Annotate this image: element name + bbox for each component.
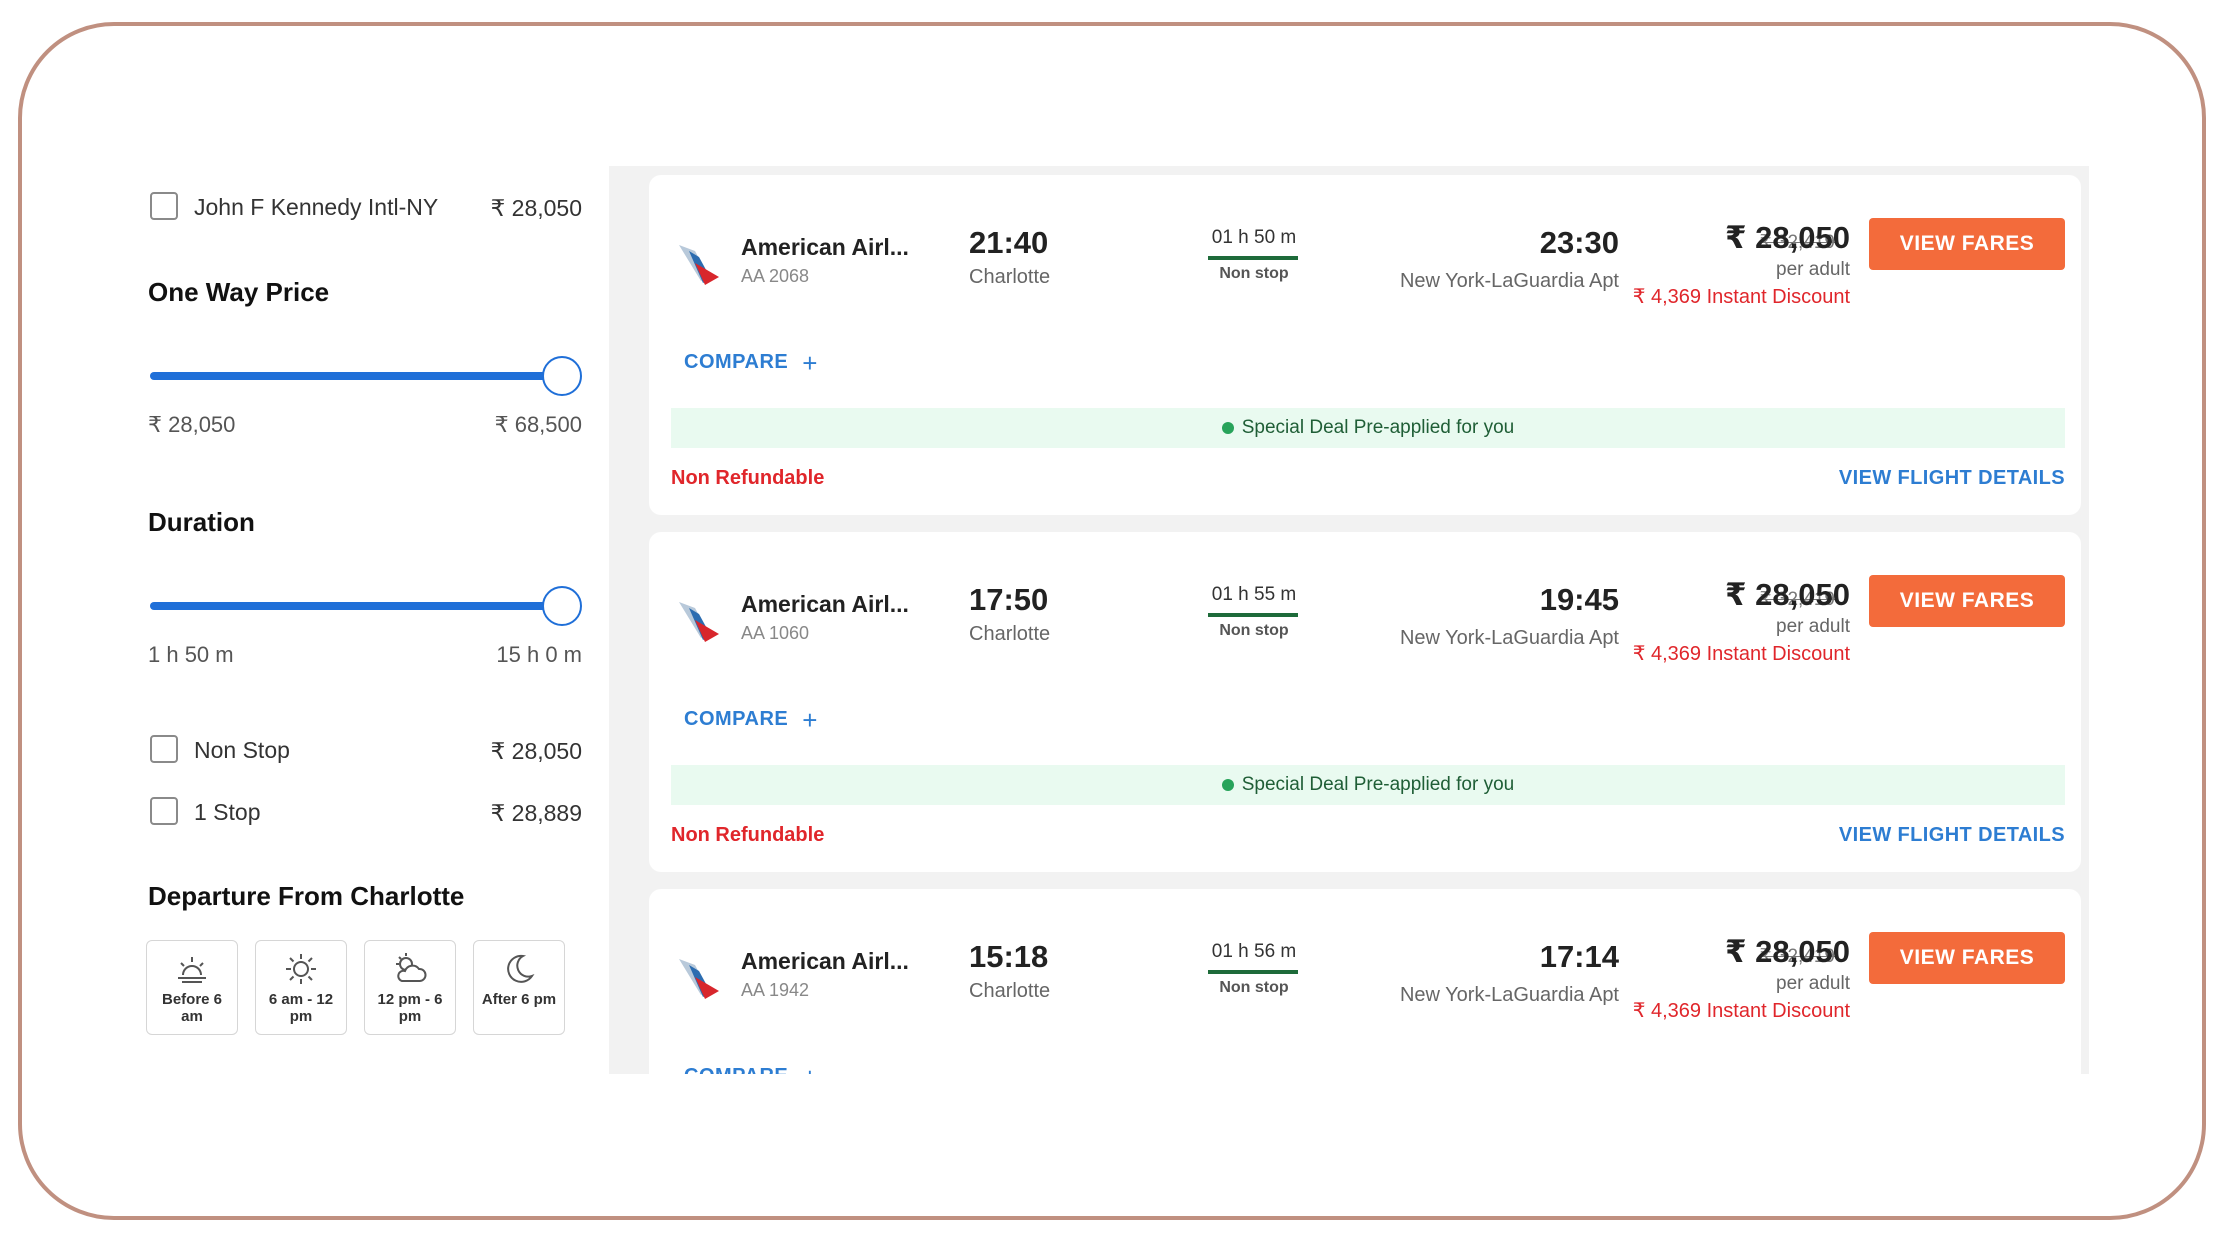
compare-button[interactable]: COMPARE + bbox=[684, 704, 818, 735]
airline-name: American Airl... bbox=[741, 234, 909, 260]
compare-button[interactable]: COMPARE + bbox=[684, 1064, 818, 1075]
flight-card: American Airl... AA 1060 17:50 Charlotte… bbox=[649, 532, 2081, 872]
flight-code: AA 2068 bbox=[741, 266, 810, 286]
stops-label: Non stop bbox=[1219, 265, 1289, 282]
stops-label: Non stop bbox=[1219, 622, 1289, 639]
special-deal-banner: Special Deal Pre-applied for you bbox=[671, 765, 2065, 805]
slot-label: 12 pm - 6 pm bbox=[377, 991, 443, 1025]
departure-time-slots: Before 6 am 6 am - 12 pm 12 pm - 6 pm Af… bbox=[146, 940, 565, 1035]
filter-sidebar: John F Kennedy Intl-NY ₹ 28,050 One Way … bbox=[146, 165, 586, 1075]
american-airlines-logo-icon bbox=[679, 245, 719, 285]
price-slider-track[interactable] bbox=[150, 372, 560, 380]
plus-icon: + bbox=[802, 347, 818, 378]
departure-city: Charlotte bbox=[969, 266, 1051, 288]
compare-label: COMPARE bbox=[684, 708, 789, 730]
view-flight-details-link[interactable]: VIEW FLIGHT DETAILS bbox=[1839, 824, 2065, 847]
american-airlines-logo-icon bbox=[679, 602, 719, 642]
slot-label: Before 6 am bbox=[161, 991, 223, 1025]
flight-duration: 01 h 56 m bbox=[1211, 941, 1297, 962]
special-deal-banner: Special Deal Pre-applied for you bbox=[671, 408, 2065, 448]
fare-price: ₹ 28,050 bbox=[1725, 934, 1850, 969]
duration-max-label: 15 h 0 m bbox=[496, 642, 582, 667]
one-stop-checkbox[interactable] bbox=[150, 797, 178, 825]
results-list: American Airl... AA 2068 21:40 Charlotte… bbox=[609, 166, 2089, 1074]
plus-icon: + bbox=[802, 1064, 818, 1075]
arrival-city: New York-LaGuardia Apt bbox=[1399, 984, 1619, 1006]
departure-time: 17:50 bbox=[969, 582, 1049, 617]
slot-6am-12pm[interactable]: 6 am - 12 pm bbox=[255, 940, 347, 1035]
slot-label: After 6 pm bbox=[481, 991, 557, 1008]
fare-price: ₹ 28,050 bbox=[1725, 220, 1850, 255]
instant-discount: ₹ 4,369 Instant Discount bbox=[1632, 1000, 1850, 1022]
airline-name: American Airl... bbox=[741, 948, 909, 974]
deal-dot-icon bbox=[1221, 779, 1234, 791]
slot-12pm-6pm[interactable]: 12 pm - 6 pm bbox=[364, 940, 456, 1035]
compare-button[interactable]: COMPARE + bbox=[684, 347, 818, 378]
compare-label: COMPARE bbox=[684, 351, 789, 373]
airline-name: American Airl... bbox=[741, 591, 909, 617]
one-stop-price: ₹ 28,889 bbox=[490, 800, 582, 826]
flight-duration: 01 h 50 m bbox=[1211, 227, 1297, 248]
fare-price: ₹ 28,050 bbox=[1725, 577, 1850, 612]
airport-checkbox[interactable] bbox=[150, 192, 178, 220]
instant-discount: ₹ 4,369 Instant Discount bbox=[1632, 643, 1850, 665]
arrival-time: 23:30 bbox=[1539, 225, 1619, 260]
duration-heading: Duration bbox=[148, 507, 255, 537]
nonstop-price: ₹ 28,050 bbox=[490, 738, 582, 764]
slot-before-6am[interactable]: Before 6 am bbox=[146, 940, 238, 1035]
slot-after-6pm[interactable]: After 6 pm bbox=[473, 940, 565, 1035]
refund-status: Non Refundable bbox=[671, 467, 825, 489]
nonstop-label: Non Stop bbox=[194, 737, 290, 763]
duration-line bbox=[1208, 256, 1298, 260]
departure-city: Charlotte bbox=[969, 980, 1051, 1002]
sun-icon bbox=[286, 954, 316, 984]
arrival-city: New York-LaGuardia Apt bbox=[1399, 270, 1619, 292]
view-fares-button[interactable]: VIEW FARES bbox=[1869, 575, 2065, 627]
duration-line bbox=[1208, 613, 1298, 617]
flight-code: AA 1060 bbox=[741, 623, 810, 643]
price-max-label: ₹ 68,500 bbox=[494, 412, 582, 437]
arrival-time: 19:45 bbox=[1539, 582, 1619, 617]
nonstop-checkbox[interactable] bbox=[150, 735, 178, 763]
duration-slider-thumb[interactable] bbox=[542, 586, 582, 626]
arrival-time: 17:14 bbox=[1539, 939, 1619, 974]
per-adult-label: per adult bbox=[1776, 259, 1850, 280]
one-stop-label: 1 Stop bbox=[194, 799, 261, 825]
refund-status: Non Refundable bbox=[671, 824, 825, 846]
deal-text: Special Deal Pre-applied for you bbox=[1241, 774, 1515, 795]
deal-text: Special Deal Pre-applied for you bbox=[1241, 417, 1515, 438]
duration-line bbox=[1208, 970, 1298, 974]
slot-label: 6 am - 12 pm bbox=[268, 991, 334, 1025]
one-way-price-heading: One Way Price bbox=[148, 277, 330, 307]
moon-icon bbox=[507, 954, 535, 983]
airport-price: ₹ 28,050 bbox=[490, 195, 582, 221]
price-min-label: ₹ 28,050 bbox=[148, 412, 236, 437]
duration-slider-track[interactable] bbox=[150, 602, 560, 610]
departure-time: 21:40 bbox=[969, 225, 1049, 260]
flight-code: AA 1942 bbox=[741, 980, 810, 1000]
per-adult-label: per adult bbox=[1776, 616, 1850, 637]
per-adult-label: per adult bbox=[1776, 973, 1850, 994]
sunrise-icon bbox=[178, 957, 206, 983]
stops-label: Non stop bbox=[1219, 979, 1289, 996]
airport-label: John F Kennedy Intl-NY bbox=[194, 194, 439, 220]
view-fares-button[interactable]: VIEW FARES bbox=[1869, 218, 2065, 270]
duration-min-label: 1 h 50 m bbox=[148, 642, 234, 667]
departure-time: 15:18 bbox=[969, 939, 1049, 974]
flight-card: American Airl... AA 2068 21:40 Charlotte… bbox=[649, 175, 2081, 515]
arrival-city: New York-LaGuardia Apt bbox=[1399, 627, 1619, 649]
price-slider-thumb[interactable] bbox=[542, 356, 582, 396]
view-fares-button[interactable]: VIEW FARES bbox=[1869, 932, 2065, 984]
departure-city: Charlotte bbox=[969, 623, 1051, 645]
compare-label: COMPARE bbox=[684, 1065, 788, 1074]
deal-dot-icon bbox=[1221, 422, 1234, 434]
departure-heading: Departure From Charlotte bbox=[148, 881, 465, 911]
cloud-sun-icon bbox=[396, 953, 427, 982]
flight-duration: 01 h 55 m bbox=[1211, 584, 1297, 605]
american-airlines-logo-icon bbox=[679, 959, 719, 999]
plus-icon: + bbox=[802, 704, 818, 735]
instant-discount: ₹ 4,369 Instant Discount bbox=[1632, 286, 1850, 308]
view-flight-details-link[interactable]: VIEW FLIGHT DETAILS bbox=[1839, 467, 2065, 490]
flight-card: American Airl... AA 1942 15:18 Charlotte… bbox=[649, 889, 2081, 1074]
